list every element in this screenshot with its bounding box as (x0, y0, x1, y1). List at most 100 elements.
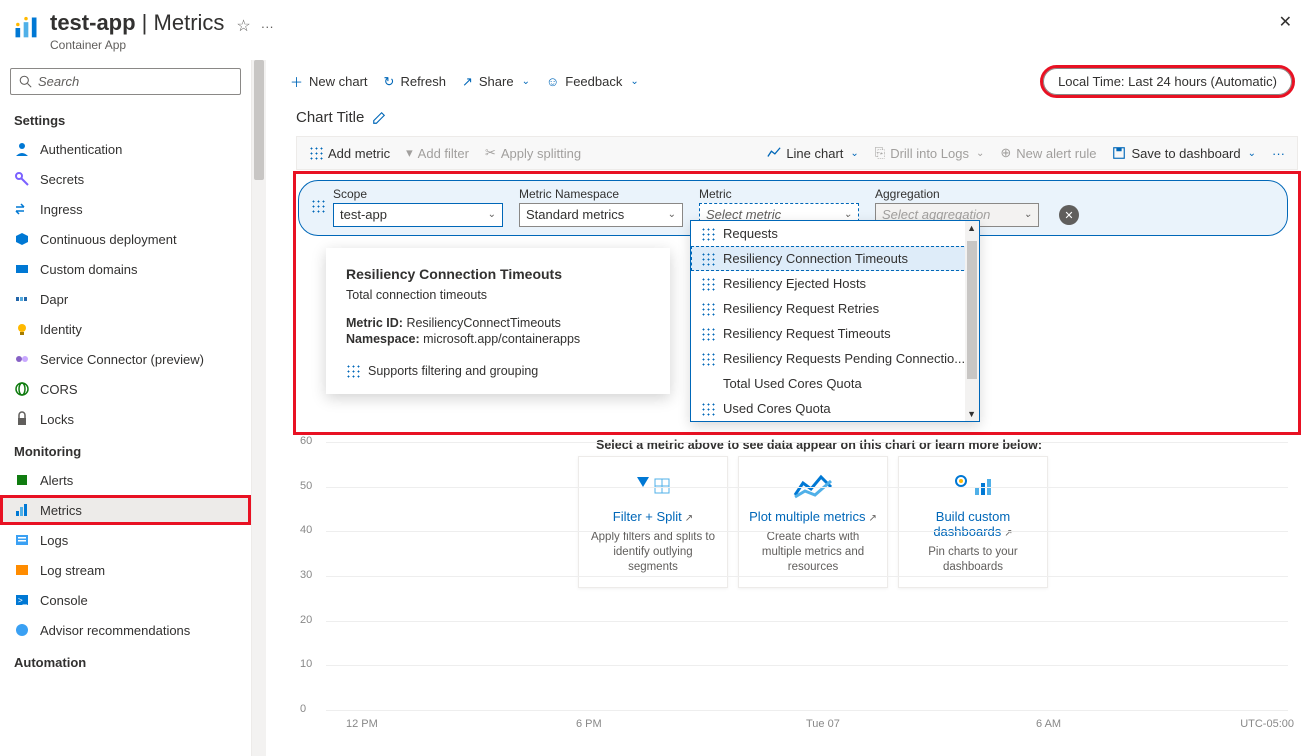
time-range-picker[interactable]: Local Time: Last 24 hours (Automatic) (1043, 68, 1292, 95)
sidebar-item-dapr[interactable]: Dapr (0, 284, 251, 314)
help-card-link[interactable]: Filter + Split↗ (613, 509, 693, 524)
sidebar-item-service-connector-preview-[interactable]: Service Connector (preview) (0, 344, 251, 374)
key-icon (14, 171, 30, 187)
more-button[interactable]: ··· (1268, 144, 1289, 163)
metric-option[interactable]: Resiliency Request Timeouts (691, 321, 979, 346)
metric-option[interactable]: Resiliency Connection Timeouts (691, 246, 979, 271)
help-card-link[interactable]: Plot multiple metrics↗ (749, 509, 877, 524)
save-dashboard-button[interactable]: Save to dashboard⌄ (1108, 144, 1260, 163)
chart-prompt: Select a metric above to see data appear… (596, 438, 1042, 452)
sidebar-item-label: CORS (40, 382, 78, 397)
y-tick-label: 50 (300, 480, 312, 492)
sidebar-item-custom-domains[interactable]: Custom domains (0, 254, 251, 284)
sidebar-item-metrics[interactable]: Metrics (0, 495, 251, 525)
refresh-button[interactable]: ↻Refresh (378, 70, 452, 94)
svg-text:>_: >_ (18, 596, 28, 605)
x-tick-label: 6 AM (1036, 718, 1061, 730)
scope-dropdown[interactable]: test-app⌄ (333, 203, 503, 227)
metric-option[interactable]: Requests (691, 221, 979, 246)
sidebar-item-label: Log stream (40, 563, 105, 578)
apply-splitting-button: ✂Apply splitting (481, 143, 585, 163)
sidebar-item-label: Alerts (40, 473, 73, 488)
help-card[interactable]: Build custom dashboards↗Pin charts to yo… (898, 456, 1048, 588)
sidebar-item-label: Custom domains (40, 262, 138, 277)
new-alert-button: ⊕New alert rule (996, 143, 1100, 163)
sidebar-item-secrets[interactable]: Secrets (0, 164, 251, 194)
sidebar-item-logs[interactable]: Logs (0, 525, 251, 555)
sidebar-item-alerts[interactable]: Alerts (0, 465, 251, 495)
sidebar-item-label: Ingress (40, 202, 83, 217)
metric-option[interactable]: Used Cores Quota (691, 396, 979, 421)
logs-icon (14, 532, 30, 548)
sidebar-item-authentication[interactable]: Authentication (0, 134, 251, 164)
drill-logs-button: ⎘Drill into Logs⌄ (871, 143, 989, 163)
scatter-icon (346, 364, 360, 378)
sidebar-group-title: Automation (0, 645, 251, 676)
bulb-icon (14, 321, 30, 337)
sidebar-item-label: Logs (40, 533, 68, 548)
sidebar-item-log-stream[interactable]: Log stream (0, 555, 251, 585)
namespace-dropdown[interactable]: Standard metrics⌄ (519, 203, 683, 227)
metric-option[interactable]: Resiliency Request Retries (691, 296, 979, 321)
sidebar-item-label: Console (40, 593, 88, 608)
help-card[interactable]: Plot multiple metrics↗ Create charts with… (738, 456, 888, 588)
add-metric-button[interactable]: Add metric (305, 144, 394, 163)
gridline (326, 487, 1288, 488)
sidebar-group-title: Settings (0, 103, 251, 134)
sidebar-item-advisor-recommendations[interactable]: Advisor recommendations (0, 615, 251, 645)
utc-label: UTC-05:00 (1240, 718, 1294, 730)
search-icon (19, 75, 32, 88)
chart-type-button[interactable]: Line chart⌄ (763, 144, 862, 163)
sidebar-item-label: Authentication (40, 142, 122, 157)
globe-icon (14, 381, 30, 397)
feedback-button[interactable]: ☺Feedback⌄ (540, 70, 645, 93)
sidebar-group-title: Monitoring (0, 434, 251, 465)
x-tick-label: Tue 07 (806, 718, 840, 730)
metric-option[interactable]: Resiliency Ejected Hosts (691, 271, 979, 296)
gridline (326, 576, 1288, 577)
gridline (326, 442, 1288, 443)
help-card-desc: Create charts with multiple metrics and … (749, 530, 877, 575)
help-card[interactable]: Filter + Split↗Apply filters and splits … (578, 456, 728, 588)
save-icon (1112, 146, 1126, 160)
sidebar-item-identity[interactable]: Identity (0, 314, 251, 344)
share-button[interactable]: ↗Share⌄ (456, 70, 536, 94)
edit-icon[interactable] (372, 111, 386, 125)
main-scrollbar[interactable] (252, 60, 266, 756)
page-title: test-app | Metrics (50, 10, 224, 36)
scatter-icon (701, 277, 715, 291)
connector-icon (14, 351, 30, 367)
main-content: ＋New chart ↻Refresh ↗Share⌄ ☺Feedback⌄ L… (252, 60, 1310, 756)
metric-dropdown-list[interactable]: RequestsResiliency Connection TimeoutsRe… (690, 220, 980, 422)
sidebar-item-locks[interactable]: Locks (0, 404, 251, 434)
metric-option[interactable]: Resiliency Requests Pending Connectio... (691, 346, 979, 371)
y-tick-label: 10 (300, 658, 312, 670)
sidebar-item-label: Secrets (40, 172, 84, 187)
sidebar-item-label: Service Connector (preview) (40, 352, 204, 367)
search-input[interactable]: Search (10, 68, 241, 95)
sidebar-item-label: Identity (40, 322, 82, 337)
new-chart-button[interactable]: ＋New chart (284, 68, 374, 95)
metrics-icon (14, 502, 30, 518)
metric-option[interactable]: Total Used Cores Quota (691, 371, 979, 396)
sidebar-item-cors[interactable]: CORS (0, 374, 251, 404)
remove-metric-icon[interactable]: ✕ (1059, 205, 1079, 225)
console-icon: >_ (14, 592, 30, 608)
x-tick-label: 6 PM (576, 718, 602, 730)
more-icon[interactable]: ··· (261, 19, 274, 34)
sidebar-item-console[interactable]: >_ Console (0, 585, 251, 615)
dropdown-scrollbar[interactable]: ▲ ▼ (965, 221, 979, 421)
close-icon[interactable]: ✕ (1279, 12, 1292, 32)
scatter-icon (701, 327, 715, 341)
help-card-link[interactable]: Build custom dashboards↗ (933, 509, 1012, 539)
x-tick-label: 12 PM (346, 718, 378, 730)
chart-canvas: Select a metric above to see data appear… (296, 432, 1298, 732)
y-tick-label: 20 (300, 614, 312, 626)
favorite-star-icon[interactable]: ☆ (236, 16, 250, 36)
metric-config-area: Scope test-app⌄ Metric Namespace Standar… (296, 174, 1298, 432)
sidebar-item-continuous-deployment[interactable]: Continuous deployment (0, 224, 251, 254)
sidebar-item-ingress[interactable]: Ingress (0, 194, 251, 224)
page-subtitle: Container App (50, 38, 224, 52)
sidebar: Search « SettingsAuthenticationSecretsIn… (0, 60, 252, 756)
scatter-icon (701, 352, 715, 366)
